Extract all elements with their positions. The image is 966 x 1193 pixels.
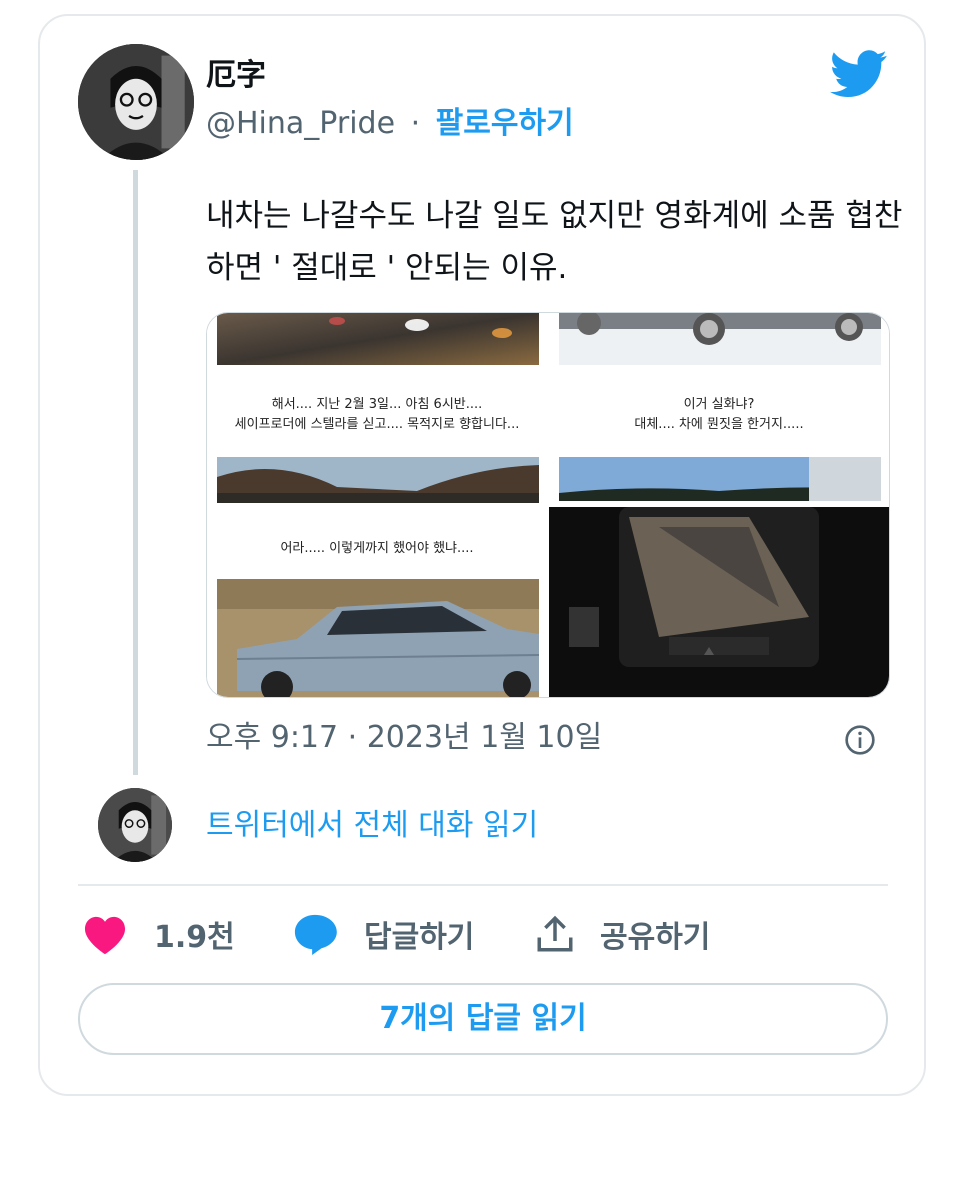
thread-avatar[interactable] [98,788,172,862]
caption-top-left-2: 세이프로더에 스텔라를 싣고.... 목적지로 향합니다... [234,417,520,432]
share-label: 공유하기 [600,920,711,955]
media-image-4[interactable] [549,457,889,697]
author-handle-row: @Hina_Pride · 팔로우하기 [206,106,574,142]
sky-trees-photo [559,457,881,501]
car-interior-photo [549,507,889,697]
tweet-media[interactable]: 해서.... 지난 2월 3일... 아침 6시반.... 세이프로더에 스텔라… [206,312,890,698]
author-display-name[interactable]: 厄字 [206,58,266,94]
divider [78,884,888,886]
media-image-3[interactable]: 어라..... 이렇게까지 했어야 했냐.... [207,457,547,697]
thread-line [133,170,138,775]
heart-icon [84,916,126,955]
read-replies-button[interactable]: 7개의 답글 읽기 [78,983,888,1055]
share-icon [537,915,573,952]
caption-top-right-2: 대체.... 차에 뭔짓을 한거지..... [634,417,804,432]
reply-bubble-icon [294,914,337,956]
road-landscape-photo [217,457,539,503]
tweet-text: 내차는 나갈수도 나갈 일도 없지만 영화계에 소품 협찬 하면 ' 절대로 '… [206,198,903,286]
like-action[interactable]: 1.9천 [82,910,235,958]
share-action[interactable]: 공유하기 [534,910,710,958]
car-wheels-photo [559,313,881,365]
reply-label: 답글하기 [364,920,475,955]
author-handle[interactable]: @Hina_Pride [206,106,395,141]
tweet-timestamp[interactable]: 오후 9:17 · 2023년 1월 10일 [206,718,602,758]
media-image-2[interactable]: 이거 실화냐? 대체.... 차에 뭔짓을 한거지..... [549,313,889,455]
reply-action[interactable]: 답글하기 [292,910,474,958]
info-icon[interactable] [844,724,876,756]
follow-button[interactable]: 팔로우하기 [436,106,574,141]
caption-bottom-left: 어라..... 이렇게까지 했어야 했냐.... [280,541,474,556]
like-count: 1.9천 [154,920,235,955]
media-image-1[interactable]: 해서.... 지난 2월 3일... 아침 6시반.... 세이프로더에 스텔라… [207,313,547,455]
read-full-conversation-link[interactable]: 트위터에서 전체 대화 읽기 [206,806,538,846]
author-avatar[interactable] [78,44,194,160]
night-road-photo [217,313,539,365]
separator-dot: · [410,106,421,141]
blue-sedan-photo [217,579,539,697]
twitter-bird-icon[interactable] [830,50,888,98]
